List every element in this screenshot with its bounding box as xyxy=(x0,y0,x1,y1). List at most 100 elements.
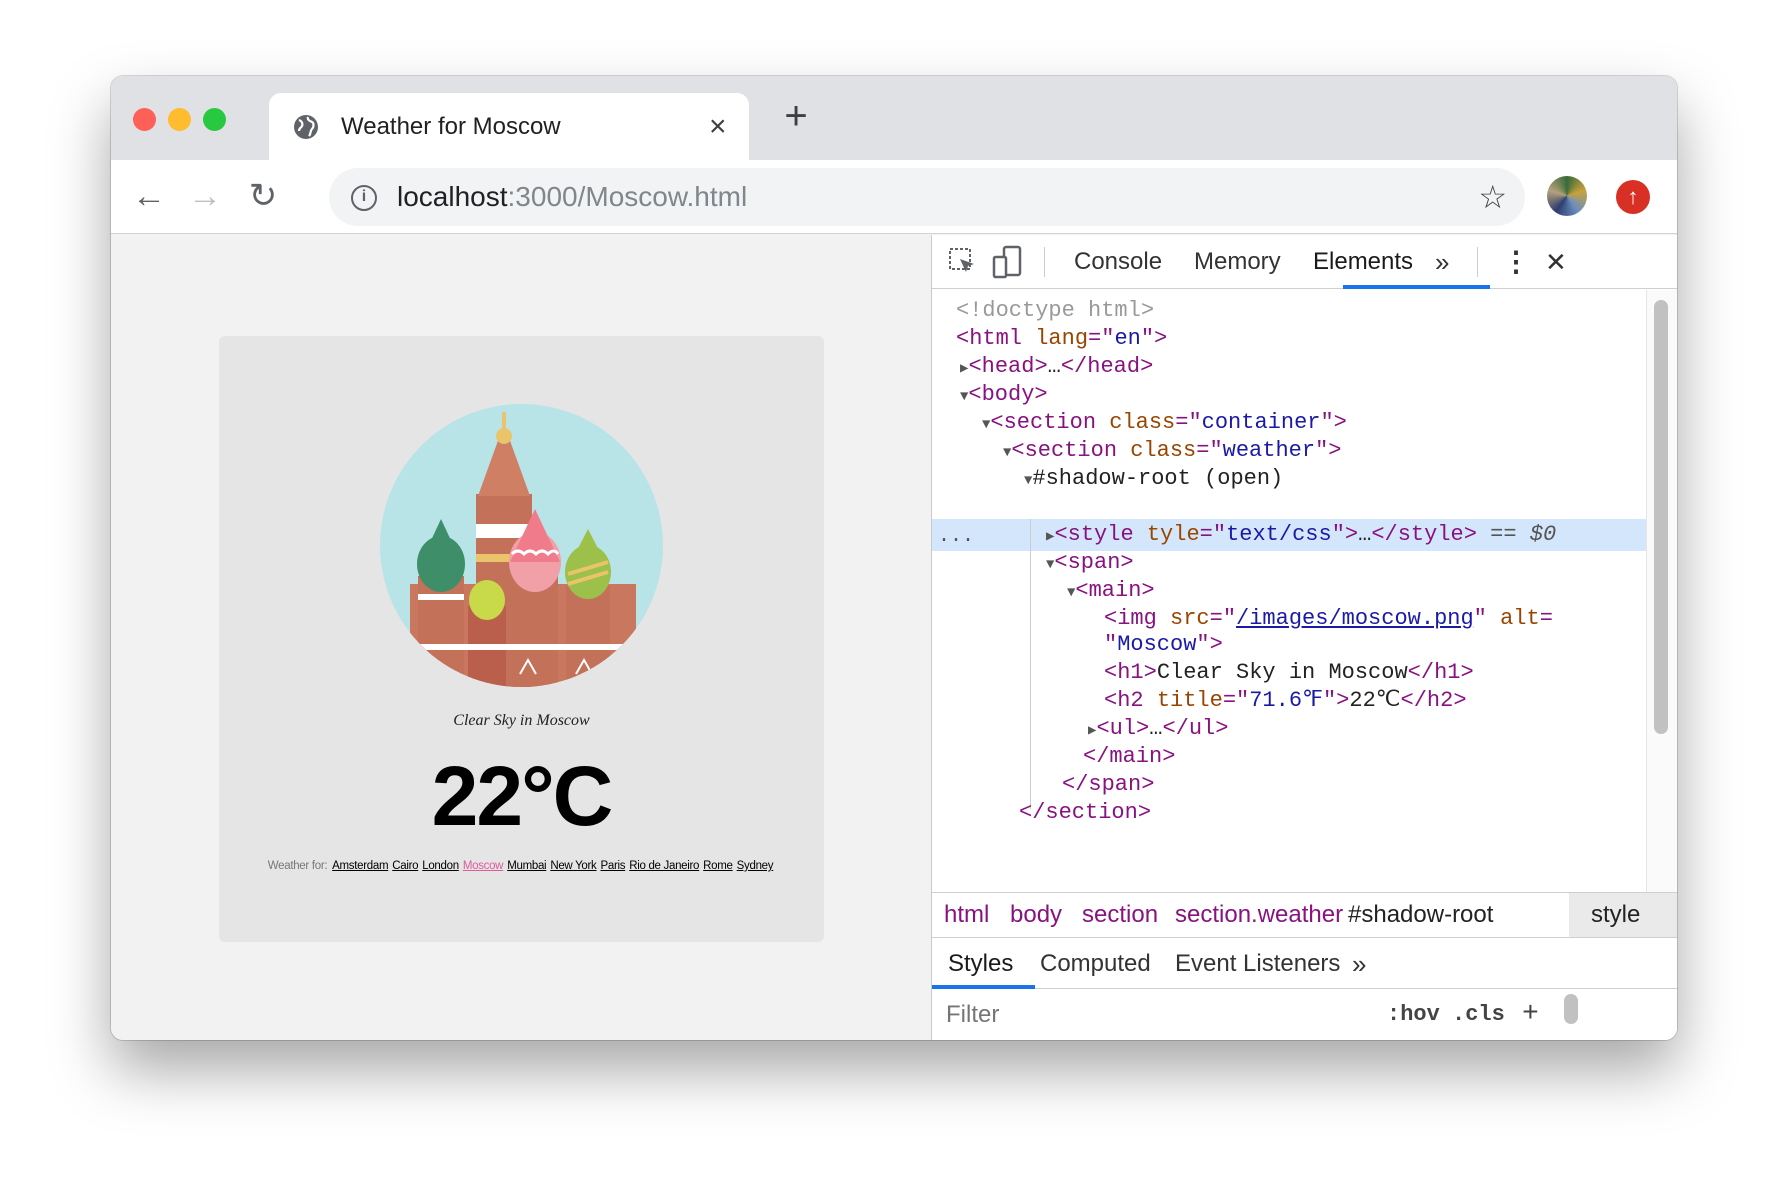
browser-window: Weather for Moscow × + ← → ↻ i localhost… xyxy=(111,76,1677,1040)
dom-node-section-close[interactable]: </section> xyxy=(1019,797,1151,829)
text-node: Clear Sky in Moscow xyxy=(1156,660,1408,685)
cls-toggle[interactable]: .cls xyxy=(1452,990,1505,1040)
city-link[interactable]: London xyxy=(422,860,459,872)
attr-name: class xyxy=(1109,410,1176,435)
city-link[interactable]: Sydney xyxy=(737,860,774,872)
tag-name: h1 xyxy=(1434,660,1461,685)
temperature: 22°C xyxy=(431,749,614,843)
attr-name: class xyxy=(1130,438,1197,463)
breadcrumb-style[interactable]: style xyxy=(1591,893,1640,937)
tab-title: Weather for Moscow xyxy=(341,113,561,140)
city-link[interactable]: Amsterdam xyxy=(332,860,388,872)
weather-for-label: Weather for: xyxy=(267,860,328,872)
breadcrumb-section[interactable]: section xyxy=(1082,893,1158,937)
close-window-button[interactable] xyxy=(133,108,156,131)
hov-toggle[interactable]: :hov xyxy=(1387,990,1440,1040)
tab-computed[interactable]: Computed xyxy=(1040,939,1151,989)
toolbar-divider xyxy=(1044,247,1045,277)
dom-tree: ... <!doctype html> <html lang="en"> ▶<h… xyxy=(932,290,1646,892)
tag-name: section xyxy=(1024,438,1118,463)
tag-name: head xyxy=(981,354,1035,379)
selected-tab-indicator xyxy=(1343,285,1490,289)
add-rule-icon[interactable]: + xyxy=(1522,990,1539,1040)
tab-event-listeners[interactable]: Event Listeners xyxy=(1175,939,1340,989)
address-bar[interactable]: i localhost:3000/Moscow.html ☆ xyxy=(329,168,1525,226)
zoom-window-button[interactable] xyxy=(203,108,226,131)
tag-name: main xyxy=(1088,578,1142,603)
city-link-active[interactable]: Moscow xyxy=(463,860,504,872)
bookmark-star-icon[interactable]: ☆ xyxy=(1478,168,1507,226)
styles-filter-bar: :hov .cls + xyxy=(932,990,1677,1040)
tag-name: h2 xyxy=(1117,688,1144,713)
breadcrumb-html[interactable]: html xyxy=(944,893,989,937)
tag-name: ul xyxy=(1109,716,1137,741)
breadcrumb: html body section section.weather #shado… xyxy=(932,892,1677,938)
tab-console[interactable]: Console xyxy=(1074,235,1162,289)
src-link[interactable]: /images/moscow.png xyxy=(1236,606,1474,631)
attr-name: lang xyxy=(1035,326,1089,351)
city-link[interactable]: Paris xyxy=(601,860,626,872)
city-link[interactable]: Rio de Janeiro xyxy=(629,860,699,872)
url-text[interactable]: localhost:3000/Moscow.html xyxy=(397,168,747,226)
close-devtools-icon[interactable]: ✕ xyxy=(1545,235,1567,289)
new-tab-button[interactable]: + xyxy=(771,92,821,142)
tag-name: ul xyxy=(1188,716,1216,741)
info-icon[interactable]: i xyxy=(351,185,377,211)
node-actions-icon[interactable]: ... xyxy=(938,521,974,553)
tab-elements[interactable]: Elements xyxy=(1313,235,1413,289)
tag-name: h2 xyxy=(1426,688,1454,713)
more-tabs-icon[interactable]: » xyxy=(1435,235,1449,289)
kebab-menu-icon[interactable]: ⋮ xyxy=(1502,235,1530,289)
attr-value: en xyxy=(1114,326,1141,351)
text-node: 22℃ xyxy=(1349,688,1401,713)
attr-value: weather xyxy=(1222,438,1316,463)
city-link[interactable]: Cairo xyxy=(392,860,418,872)
device-toolbar-icon[interactable] xyxy=(992,245,1024,284)
update-icon[interactable]: ↑ xyxy=(1616,180,1650,214)
minimize-window-button[interactable] xyxy=(168,108,191,131)
dom-tree-scroll-thumb[interactable] xyxy=(1654,300,1668,734)
devtools-panel: Console Memory Elements » ⋮ ✕ ... <!doct… xyxy=(931,235,1677,1040)
attr-name: src xyxy=(1170,606,1210,631)
close-tab-icon[interactable]: × xyxy=(709,93,727,160)
url-host: localhost xyxy=(397,181,508,212)
indent-guide xyxy=(1030,519,1031,809)
styles-filter-input[interactable] xyxy=(940,996,1428,1034)
browser-toolbar: ← → ↻ i localhost:3000/Moscow.html ☆ ↑ xyxy=(111,160,1677,234)
breadcrumb-section-weather[interactable]: section.weather xyxy=(1175,893,1343,937)
globe-icon xyxy=(293,114,319,145)
breadcrumb-body[interactable]: body xyxy=(1010,893,1062,937)
styles-scroll-thumb[interactable] xyxy=(1564,994,1578,1024)
tag-name: h1 xyxy=(1117,660,1144,685)
inspect-element-icon[interactable] xyxy=(948,247,978,282)
devtools-toolbar: Console Memory Elements » ⋮ ✕ xyxy=(932,235,1677,289)
tag-name: main xyxy=(1109,744,1163,769)
tag-name: span xyxy=(1088,772,1142,797)
toolbar-divider xyxy=(1477,247,1478,277)
city-link[interactable]: Mumbai xyxy=(507,860,546,872)
breadcrumb-section-weather-label: section.weather xyxy=(1175,901,1344,928)
attr-name: title xyxy=(1156,688,1223,713)
breadcrumb-shadow-root[interactable]: #shadow-root xyxy=(1348,893,1493,937)
tab-memory[interactable]: Memory xyxy=(1194,235,1281,289)
attr-value: container xyxy=(1201,410,1321,435)
page-viewport: Clear Sky in Moscow 22°C Weather for: Am… xyxy=(111,235,930,1040)
styles-subtabs: Styles Computed Event Listeners » xyxy=(932,939,1677,989)
tag-name: img xyxy=(1117,606,1157,631)
tab-weather-moscow[interactable]: Weather for Moscow × xyxy=(269,93,749,160)
more-subtabs-icon[interactable]: » xyxy=(1352,939,1366,989)
tag-name: section xyxy=(1045,800,1138,825)
city-list: Weather for: Amsterdam Cairo London Moscow M… xyxy=(219,860,824,872)
profile-avatar[interactable] xyxy=(1547,176,1587,216)
tag-name: span xyxy=(1067,550,1121,575)
forward-button[interactable]: → xyxy=(183,174,227,218)
tab-styles[interactable]: Styles xyxy=(948,939,1013,989)
back-button[interactable]: ← xyxy=(127,174,171,218)
collapsed-ellipsis: … xyxy=(1149,716,1163,741)
dom-node-shadow-root[interactable]: ▼#shadow-root (open) xyxy=(1024,463,1283,495)
selected-subtab-indicator xyxy=(932,985,1035,989)
attr-name: alt xyxy=(1500,606,1540,631)
city-link[interactable]: Rome xyxy=(703,860,733,872)
reload-button[interactable]: ↻ xyxy=(241,174,285,218)
city-link[interactable]: New York xyxy=(550,860,596,872)
